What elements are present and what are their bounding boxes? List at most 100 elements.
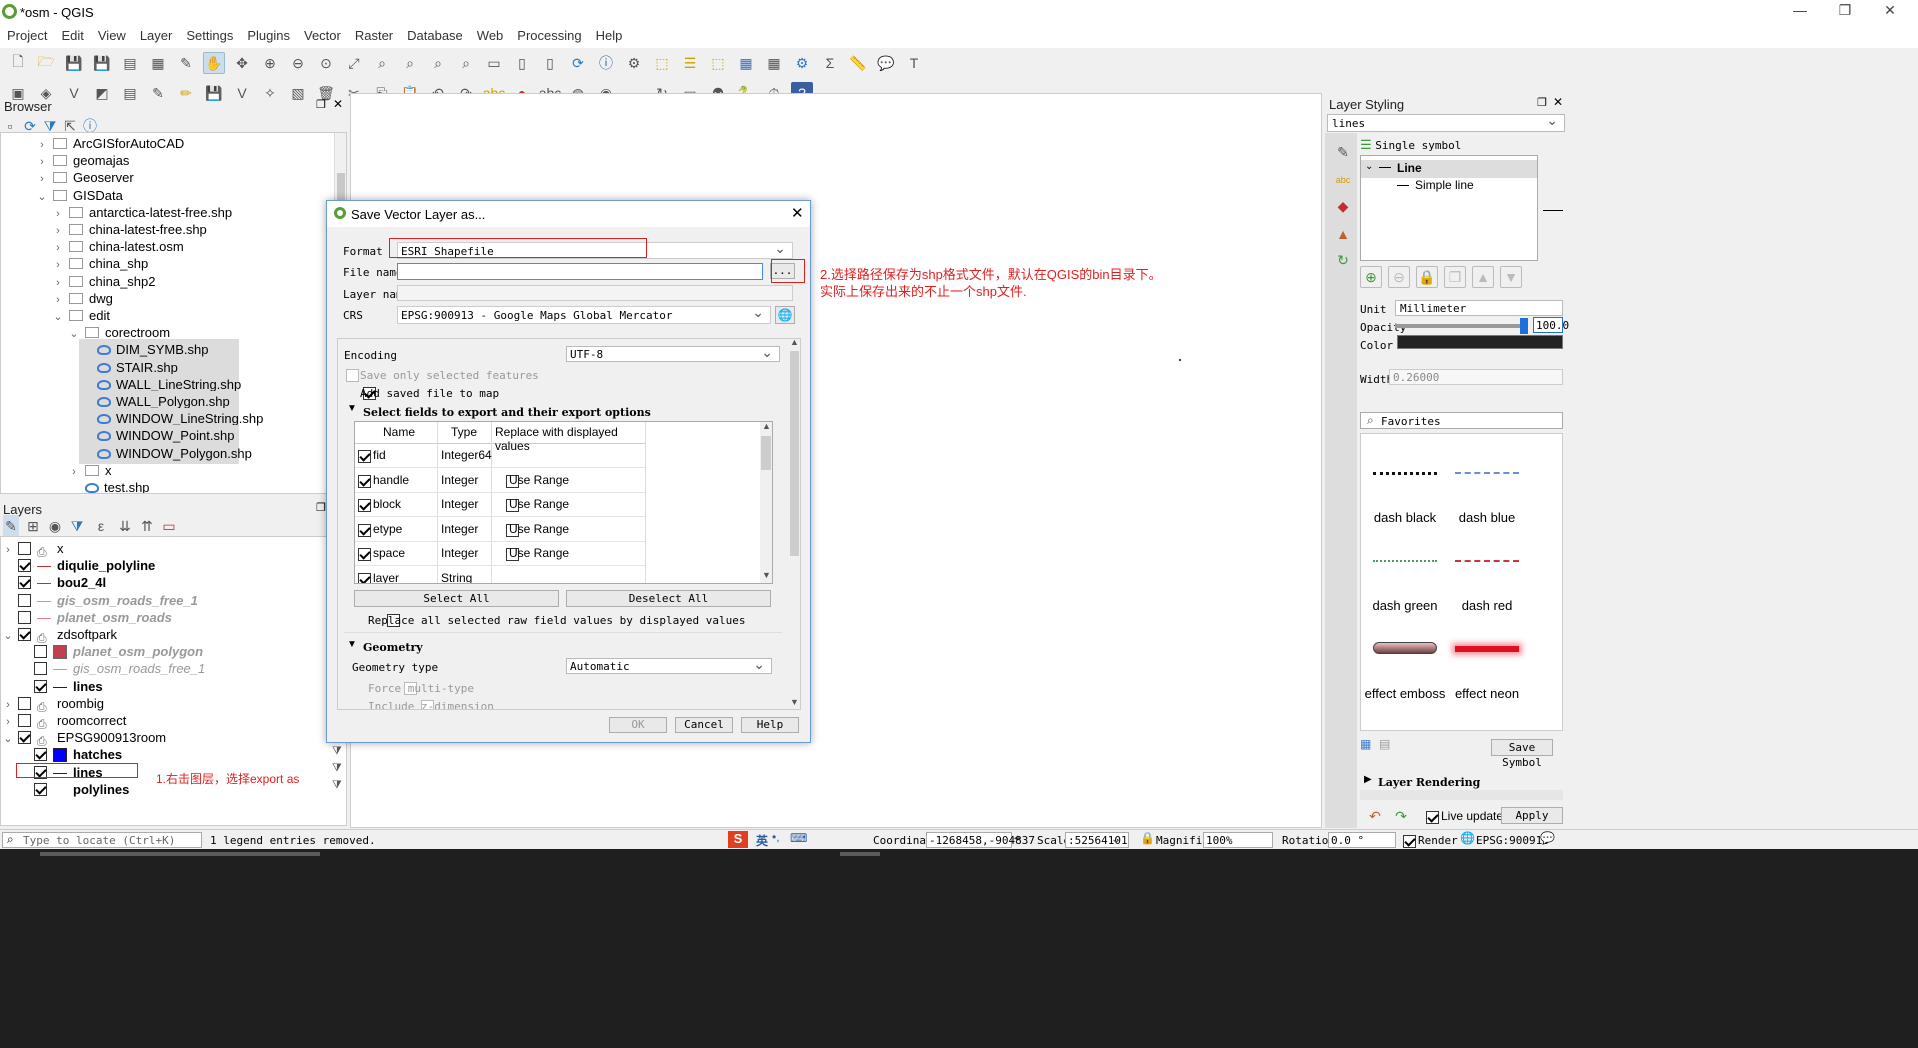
layer-visibility-checkbox[interactable]: [18, 696, 31, 710]
menu-processing[interactable]: Processing: [510, 26, 588, 46]
encoding-select[interactable]: UTF-8: [566, 344, 780, 362]
cancel-button[interactable]: Cancel: [675, 717, 733, 733]
messages-icon[interactable]: 💬: [1540, 831, 1555, 845]
dialog-close-icon[interactable]: ✕: [791, 204, 804, 222]
zoom-native-icon[interactable]: ⊙: [315, 52, 337, 74]
layer-visibility-checkbox[interactable]: [18, 628, 31, 641]
layer-visibility-checkbox[interactable]: [34, 662, 47, 676]
ime-punct-icon[interactable]: •,: [772, 830, 780, 844]
zoom-full-icon[interactable]: ⤢: [343, 52, 365, 74]
diagrams-tab-icon[interactable]: ▲: [1332, 223, 1354, 245]
measure-icon[interactable]: 📏: [847, 52, 869, 74]
restore-icon[interactable]: ❐: [1825, 2, 1865, 22]
save-symbol-button[interactable]: Save Symbol: [1491, 739, 1553, 769]
show-bookmarks-icon[interactable]: ▯: [539, 52, 561, 74]
lock-icon[interactable]: 🔒: [1416, 266, 1438, 288]
save-selected-checkbox[interactable]: [346, 369, 359, 382]
zoom-layer-icon[interactable]: ⌕: [399, 52, 421, 74]
minimize-icon[interactable]: —: [1780, 2, 1820, 22]
run-action-icon[interactable]: ⚙: [623, 52, 645, 74]
field-export-checkbox[interactable]: [358, 572, 371, 583]
apply-button[interactable]: Apply: [1501, 807, 1563, 824]
statistics-icon[interactable]: Σ: [819, 52, 841, 74]
ok-button[interactable]: OK: [609, 717, 667, 733]
collapse-arrow-icon[interactable]: ⌄: [35, 187, 49, 208]
ime-logo-icon[interactable]: S: [728, 831, 748, 848]
list-view-icon[interactable]: ▤: [1379, 737, 1390, 751]
3d-tab-icon[interactable]: ◆: [1332, 195, 1354, 217]
layout-manager-icon[interactable]: ▦: [147, 52, 169, 74]
redo-style-icon[interactable]: ↷: [1390, 805, 1412, 827]
menu-layer[interactable]: Layer: [133, 26, 180, 46]
undo-style-icon[interactable]: ↶: [1364, 805, 1386, 827]
symbol-swatch[interactable]: [1455, 560, 1519, 562]
field-export-checkbox[interactable]: [358, 499, 371, 512]
float-icon[interactable]: ❐: [316, 501, 326, 514]
manage-themes-icon[interactable]: ◉: [47, 515, 63, 537]
zoom-next-icon[interactable]: ⌕: [455, 52, 477, 74]
lock-scale-icon[interactable]: 🔒: [1140, 831, 1155, 845]
select-features-icon[interactable]: ⬚: [651, 52, 673, 74]
geometry-type-select[interactable]: Automatic: [566, 656, 772, 674]
menu-database[interactable]: Database: [400, 26, 470, 46]
toolbox-icon[interactable]: ⚙: [791, 52, 813, 74]
new-map-view-icon[interactable]: ▭: [483, 52, 505, 74]
symbol-swatch[interactable]: [1373, 642, 1437, 654]
fields-collapse-icon[interactable]: ▼: [347, 403, 357, 414]
scale-select[interactable]: :52564101: [1065, 830, 1129, 848]
text-annotation-icon[interactable]: T: [903, 52, 925, 74]
options-scrollbar[interactable]: ▲ ▼: [788, 339, 800, 709]
magnifier-input[interactable]: 100%: [1203, 832, 1273, 848]
layer-visibility-checkbox[interactable]: [34, 679, 47, 693]
crs-globe-icon[interactable]: 🌐: [1460, 831, 1475, 845]
close-panel-icon[interactable]: ✕: [333, 97, 343, 111]
symbol-swatch[interactable]: [1455, 472, 1519, 474]
remove-symbol-layer-icon[interactable]: ⊖: [1388, 266, 1410, 288]
deselect-icon[interactable]: ⬚: [707, 52, 729, 74]
collapse-arrow-icon[interactable]: ⌄: [51, 307, 65, 328]
field-export-checkbox[interactable]: [358, 450, 371, 463]
zoom-out-icon[interactable]: ⊖: [287, 52, 309, 74]
layer-visibility-checkbox[interactable]: [18, 559, 31, 573]
styling-layer-select[interactable]: lines: [1327, 112, 1565, 132]
field-calculator-icon[interactable]: ▦: [763, 52, 785, 74]
history-tab-icon[interactable]: ↻: [1332, 249, 1354, 271]
status-crs[interactable]: EPSG:900913: [1476, 834, 1549, 847]
menu-project[interactable]: Project: [0, 26, 54, 46]
tree-child-label[interactable]: Simple line: [1415, 178, 1474, 192]
move-up-icon[interactable]: ▲: [1472, 266, 1494, 288]
menu-edit[interactable]: Edit: [54, 26, 90, 46]
layer-rendering-title[interactable]: Layer Rendering: [1378, 776, 1480, 789]
fields-scrollbar[interactable]: ▲ ▼: [760, 422, 772, 583]
expand-all-icon[interactable]: ⇊: [117, 515, 133, 537]
opacity-input[interactable]: 100.0: [1533, 317, 1569, 333]
zoom-selection-icon[interactable]: ⌕: [371, 52, 393, 74]
live-update-checkbox[interactable]: [1426, 811, 1439, 824]
save-project-icon[interactable]: 💾: [63, 52, 85, 74]
select-all-button[interactable]: Select All: [354, 590, 559, 607]
layername-input[interactable]: [397, 285, 793, 301]
refresh-icon[interactable]: ⟳: [567, 52, 589, 74]
expand-arrow-icon[interactable]: ⌄: [1, 729, 15, 750]
layer-styling-icon[interactable]: ✎: [3, 515, 19, 537]
filename-input[interactable]: [397, 263, 763, 280]
duplicate-icon[interactable]: ❐: [1444, 266, 1466, 288]
map-tips-icon[interactable]: 💬: [875, 52, 897, 74]
symbol-swatch[interactable]: [1455, 646, 1519, 652]
menu-raster[interactable]: Raster: [348, 26, 400, 46]
geometry-section-title[interactable]: Geometry: [363, 641, 423, 654]
float-icon[interactable]: ❐: [1537, 96, 1547, 109]
pan-to-selection-icon[interactable]: ✥: [231, 52, 253, 74]
layer-item[interactable]: polylines: [17, 779, 129, 800]
add-group-icon[interactable]: ⊞: [25, 515, 41, 537]
layer-visibility-checkbox[interactable]: [18, 610, 31, 624]
taskbar-app-indicator[interactable]: [840, 852, 880, 856]
tree-root-label[interactable]: Line: [1397, 161, 1422, 175]
expand-arrow-icon[interactable]: ⌄: [1, 626, 15, 647]
symbol-search[interactable]: ⌕ Favorites: [1360, 412, 1563, 429]
collapse-all-icon[interactable]: ⇈: [139, 515, 155, 537]
close-window-icon[interactable]: ✕: [1870, 2, 1910, 22]
menu-view[interactable]: View: [91, 26, 133, 46]
layer-visibility-checkbox[interactable]: [18, 542, 31, 555]
icon-view-icon[interactable]: ▦: [1360, 737, 1371, 751]
